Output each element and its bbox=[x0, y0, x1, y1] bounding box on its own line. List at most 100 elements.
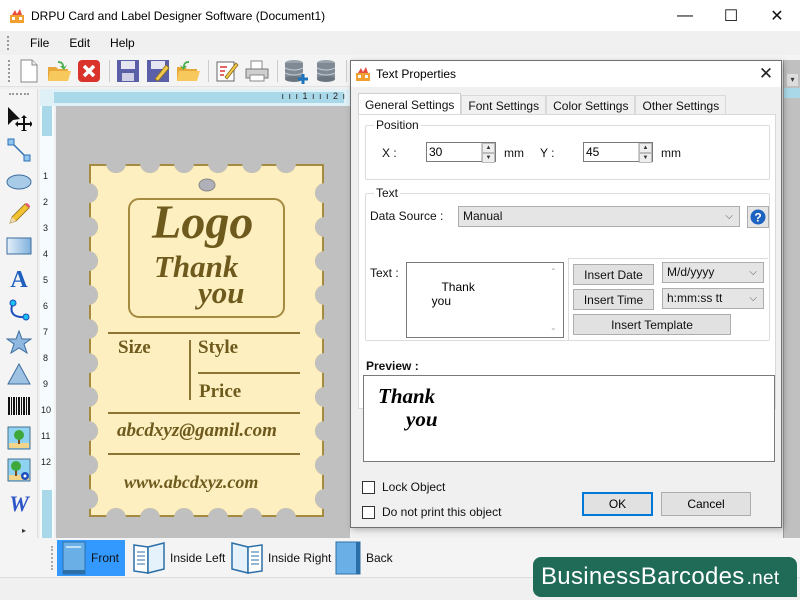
time-format-dropdown[interactable]: h:mm:ss tt ⌵ bbox=[662, 288, 764, 309]
menu-file[interactable]: File bbox=[20, 36, 59, 50]
ruler-band bbox=[42, 106, 52, 136]
database-icon bbox=[316, 59, 336, 82]
spinner-arrows[interactable]: ▲ ▼ bbox=[481, 143, 495, 163]
y-unit: mm bbox=[661, 146, 681, 160]
minimize-icon: — bbox=[677, 6, 693, 24]
lock-object-checkbox[interactable]: Lock Object bbox=[362, 480, 445, 494]
insert-template-button[interactable]: Insert Template bbox=[573, 314, 731, 335]
data-source-label: Data Source : bbox=[370, 209, 444, 223]
tool-rectangle[interactable] bbox=[0, 230, 38, 262]
card-website-text[interactable]: www.abcdxyz.com bbox=[124, 472, 258, 493]
tool-triangle[interactable] bbox=[0, 358, 38, 390]
tab-font-settings[interactable]: Font Settings bbox=[461, 95, 547, 115]
page-tab-inside-left[interactable]: Inside Left bbox=[128, 540, 231, 576]
insert-date-button[interactable]: Insert Date bbox=[573, 264, 654, 285]
database-button[interactable] bbox=[312, 57, 340, 85]
page-tab-inside-right[interactable]: Inside Right bbox=[226, 540, 337, 576]
spin-up-icon[interactable]: ▲ bbox=[639, 143, 652, 153]
time-format-value: h:mm:ss tt bbox=[667, 291, 723, 305]
text-scrollbar[interactable]: ⌃ ⌄ bbox=[546, 263, 563, 337]
tool-ellipse[interactable] bbox=[0, 166, 38, 198]
text-input-value[interactable]: Thank you bbox=[415, 280, 475, 308]
tool-image[interactable] bbox=[0, 422, 38, 454]
x-position-spinner[interactable]: 30 ▲ ▼ bbox=[426, 142, 496, 163]
print-button[interactable] bbox=[243, 57, 271, 85]
spin-up-icon[interactable]: ▲ bbox=[482, 143, 495, 153]
page-tab-back[interactable]: Back bbox=[330, 540, 399, 576]
maximize-button[interactable]: ☐ bbox=[708, 0, 754, 31]
label-card[interactable]: Logo Thank you Size Style Price abcdxyz@… bbox=[88, 163, 325, 518]
close-document-icon bbox=[78, 59, 100, 82]
checkbox-box[interactable] bbox=[362, 480, 375, 494]
properties-button[interactable] bbox=[213, 57, 241, 85]
card-logo-text[interactable]: Logo bbox=[152, 195, 253, 250]
tab-general-settings[interactable]: General Settings bbox=[358, 93, 462, 115]
ruler-number: 1 bbox=[43, 171, 49, 181]
open-button[interactable] bbox=[45, 57, 73, 85]
position-group-label: Position bbox=[374, 118, 421, 132]
y-position-value[interactable]: 45 bbox=[584, 143, 638, 161]
save-icon bbox=[117, 59, 139, 82]
tool-text[interactable]: A bbox=[0, 262, 38, 294]
menu-grip[interactable] bbox=[7, 36, 10, 50]
tool-curve[interactable] bbox=[0, 294, 38, 326]
pagebar-grip[interactable] bbox=[51, 546, 53, 570]
x-position-value[interactable]: 30 bbox=[427, 143, 481, 161]
tool-line[interactable] bbox=[0, 134, 38, 166]
cancel-button[interactable]: Cancel bbox=[661, 492, 751, 516]
scroll-up-icon[interactable]: ⌃ bbox=[550, 265, 557, 279]
tool-pencil[interactable] bbox=[0, 198, 38, 230]
minimize-button[interactable]: — bbox=[662, 0, 708, 31]
insert-time-button[interactable]: Insert Time bbox=[573, 289, 654, 310]
palette-grip[interactable] bbox=[8, 93, 29, 96]
menu-edit[interactable]: Edit bbox=[59, 36, 100, 50]
close-button[interactable]: ✕ bbox=[754, 0, 800, 31]
help-button[interactable]: ? bbox=[747, 206, 769, 228]
date-format-dropdown[interactable]: M/d/yyyy ⌵ bbox=[662, 262, 764, 283]
dialog-close-button[interactable]: ✕ bbox=[755, 63, 777, 85]
tool-star[interactable] bbox=[0, 326, 38, 358]
spin-down-icon[interactable]: ▼ bbox=[639, 153, 652, 163]
ok-button[interactable]: OK bbox=[582, 492, 653, 516]
help-icon: ? bbox=[750, 209, 766, 225]
edit-properties-icon bbox=[216, 61, 239, 81]
text-input[interactable]: Thank you ⌃ ⌄ bbox=[406, 262, 564, 338]
save-as-button[interactable] bbox=[144, 57, 172, 85]
spinner-arrows[interactable]: ▲ ▼ bbox=[638, 143, 652, 163]
tool-image-library[interactable] bbox=[0, 454, 38, 486]
tool-barcode[interactable] bbox=[0, 390, 38, 422]
print-icon bbox=[245, 60, 269, 81]
y-position-spinner[interactable]: 45 ▲ ▼ bbox=[583, 142, 653, 163]
do-not-print-checkbox[interactable]: Do not print this object bbox=[362, 505, 501, 519]
tab-other-settings[interactable]: Other Settings bbox=[635, 95, 727, 115]
card-style-text[interactable]: Style bbox=[198, 337, 238, 359]
save-button[interactable] bbox=[114, 57, 142, 85]
tool-word-art[interactable]: W bbox=[0, 486, 38, 518]
scroll-down-icon[interactable]: ⌄ bbox=[550, 321, 557, 335]
data-source-dropdown[interactable]: Manual ⌵ bbox=[458, 206, 740, 227]
palette-expand-icon[interactable]: ▸ bbox=[22, 526, 26, 535]
card-price-text[interactable]: Price bbox=[199, 381, 241, 403]
dialog-tabs: General Settings Font Settings Color Set… bbox=[358, 93, 727, 115]
add-database-button[interactable] bbox=[282, 57, 310, 85]
spin-down-icon[interactable]: ▼ bbox=[482, 153, 495, 163]
page-tab-front[interactable]: Front bbox=[57, 540, 126, 576]
card-email-text[interactable]: abcdxyz@gamil.com bbox=[117, 420, 277, 442]
card-you-text[interactable]: you bbox=[198, 275, 245, 311]
checkbox-box[interactable] bbox=[362, 505, 375, 519]
dialog-title-bar[interactable]: Text Properties ✕ bbox=[351, 61, 781, 87]
export-button[interactable] bbox=[174, 57, 202, 85]
book-back-icon bbox=[335, 541, 361, 575]
new-button[interactable] bbox=[15, 57, 43, 85]
ruler-number: 11 bbox=[41, 431, 51, 441]
toolbar-overflow-button[interactable]: ▾ bbox=[787, 74, 798, 86]
close-doc-button[interactable] bbox=[75, 57, 103, 85]
ruler-number: 6 bbox=[43, 301, 49, 311]
star-icon bbox=[6, 330, 32, 354]
menu-help[interactable]: Help bbox=[100, 36, 145, 50]
tab-color-settings[interactable]: Color Settings bbox=[546, 95, 636, 115]
toolbar-grip[interactable] bbox=[8, 59, 11, 82]
tool-select[interactable] bbox=[0, 102, 38, 134]
ruler-number: 4 bbox=[43, 249, 49, 259]
card-size-text[interactable]: Size bbox=[118, 337, 151, 359]
